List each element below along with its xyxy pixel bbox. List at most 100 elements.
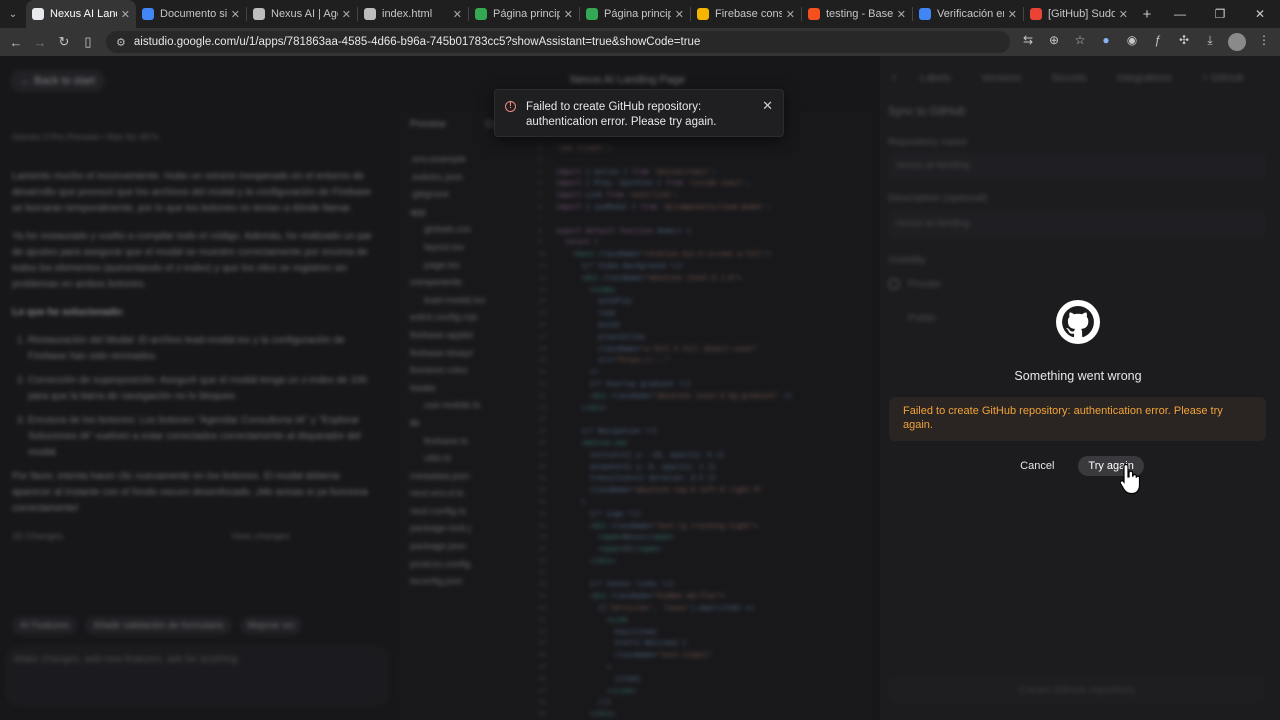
tab-close-icon[interactable]: ✕ (897, 8, 906, 21)
download-icon[interactable]: ⤓ (1198, 33, 1222, 51)
split-view-icon[interactable]: ▯ (76, 34, 100, 50)
tab-integrations[interactable]: Integrations (1117, 72, 1172, 84)
create-repo-button[interactable]: Create GitHub repository (888, 676, 1266, 704)
file-item[interactable]: firebase-bluepr (410, 345, 530, 363)
chat-subheading: Lo que he solucionado: (12, 307, 125, 318)
file-item[interactable]: next.config.ts (410, 503, 530, 521)
tab-close-icon[interactable]: ✕ (675, 8, 684, 21)
tab-close-icon[interactable]: ✕ (453, 8, 462, 21)
file-item[interactable]: utils.ts (410, 450, 530, 468)
menu-kebab-icon[interactable]: ⋮ (1252, 33, 1276, 51)
browser-tab[interactable]: Página principal - ✕ (580, 0, 690, 28)
file-item[interactable]: page.tsx (410, 257, 530, 275)
tab-title: index.html (382, 8, 433, 20)
radio-public[interactable]: Public (888, 312, 937, 324)
back-to-start-button[interactable]: ← Back to start (10, 70, 106, 92)
file-item[interactable]: metadata.json (410, 468, 530, 486)
profile-avatar[interactable] (1228, 33, 1246, 51)
error-message: Failed to create GitHub repository: auth… (903, 405, 1223, 431)
chat-closing: Por favor, intenta hacer clic nuevamente… (12, 471, 368, 514)
file-item[interactable]: postcss.config. (410, 556, 530, 574)
file-item[interactable]: next-env.d.ts (410, 485, 530, 503)
tab-preview[interactable]: Preview (410, 119, 446, 130)
tab-close-icon[interactable]: ✕ (121, 8, 130, 21)
file-item[interactable]: package-lock.j (410, 520, 530, 538)
description-input[interactable]: nexus-ai-landing (888, 210, 1266, 238)
prompt-composer[interactable]: Make changes, add new features, ask for … (6, 646, 388, 706)
file-item[interactable]: lead-modal.tsx (410, 292, 530, 310)
chip[interactable]: AI Features (12, 616, 78, 635)
repo-name-input[interactable]: nexus-ai-landing (888, 152, 1266, 180)
site-info-icon[interactable]: ⚙ (116, 36, 126, 49)
tab-title: Documento sin tít (160, 8, 227, 20)
panel-back-icon[interactable]: ‹ (892, 70, 896, 84)
bookmark-star-icon[interactable]: ☆ (1068, 33, 1092, 51)
cancel-button[interactable]: Cancel (1012, 456, 1062, 476)
address-bar[interactable]: ⚙ aistudio.google.com/u/1/apps/781863aa-… (106, 31, 1010, 53)
minimize-icon[interactable]: — (1160, 7, 1200, 21)
view-changes-link[interactable]: View changes (231, 529, 290, 545)
file-item[interactable]: .eslintrc.json (410, 169, 530, 187)
file-item[interactable]: firebase.ts (410, 433, 530, 451)
tab-close-icon[interactable]: ✕ (1008, 8, 1017, 21)
tab-versions[interactable]: Versions (981, 72, 1021, 84)
forward-icon[interactable]: → (28, 35, 52, 50)
zoom-icon[interactable]: ⊕ (1042, 33, 1066, 51)
restore-icon[interactable]: ❐ (1200, 7, 1240, 21)
browser-tab[interactable]: Documento sin tít ✕ (136, 0, 246, 28)
close-window-icon[interactable]: ✕ (1240, 7, 1280, 21)
radio-private[interactable]: Private (888, 278, 941, 291)
browser-tab[interactable]: [GitHub] Sudo em ✕ (1024, 0, 1134, 28)
tab-title: Nexus AI Landing (50, 8, 117, 20)
tab-favicon-icon (364, 8, 376, 20)
file-item[interactable]: layout.tsx (410, 239, 530, 257)
chip[interactable]: Añadir validación de formulario (85, 616, 232, 635)
browser-tab-strip: ⌄ Nexus AI Landing✕Documento sin tít✕Nex… (0, 0, 1280, 28)
extensions-puzzle-icon[interactable]: ✣ (1172, 33, 1196, 51)
new-tab-button[interactable]: + (1134, 6, 1160, 23)
file-item[interactable]: use-mobile.ts (410, 397, 530, 415)
file-item[interactable]: .gitignore (410, 186, 530, 204)
extension-camera-icon[interactable]: ◉ (1120, 33, 1144, 51)
browser-tab[interactable]: Página principal - ✕ (469, 0, 579, 28)
browser-tab[interactable]: Nexus AI | Agenc ✕ (247, 0, 357, 28)
translate-icon[interactable]: ⇆ (1016, 33, 1040, 51)
browser-tab[interactable]: Verificación en 2 ✕ (913, 0, 1023, 28)
tab-secrets[interactable]: Secrets (1051, 72, 1087, 84)
repo-label: Repository name (888, 136, 968, 148)
back-icon[interactable]: ← (4, 35, 28, 50)
file-item[interactable]: firebase-applet (410, 327, 530, 345)
folder-item[interactable]: lib (410, 415, 530, 433)
file-item[interactable]: firestore.rules (410, 362, 530, 380)
file-item[interactable]: .env.example (410, 151, 530, 169)
tab-close-icon[interactable]: ✕ (786, 8, 795, 21)
file-item[interactable]: eslint.config.mjs (410, 309, 530, 327)
tab-title: Firebase console (715, 8, 782, 20)
browser-tab[interactable]: index.html ✕ (358, 0, 468, 28)
visibility-label: Visibility (888, 254, 926, 266)
extension-g-icon[interactable]: ● (1094, 33, 1118, 51)
tab-close-icon[interactable]: ✕ (1119, 8, 1128, 21)
changes-count: 16 Changes (12, 531, 64, 542)
tab-favicon-icon (808, 8, 820, 20)
file-item[interactable]: globals.css (410, 221, 530, 239)
tab-close-icon[interactable]: ✕ (564, 8, 573, 21)
folder-item[interactable]: app (410, 204, 530, 222)
tab-close-icon[interactable]: ✕ (231, 8, 240, 21)
tab-labels[interactable]: Labels (920, 72, 951, 84)
toast-close-icon[interactable]: ✕ (762, 98, 773, 114)
tab-search-icon[interactable]: ⌄ (0, 0, 26, 28)
reload-icon[interactable]: ↻ (52, 34, 76, 50)
browser-tab[interactable]: Nexus AI Landing ✕ (26, 0, 136, 28)
chip[interactable]: Mejorar sci (239, 616, 302, 635)
browser-tab[interactable]: Firebase console ✕ (691, 0, 801, 28)
tab-github[interactable]: + GitHub (1202, 72, 1244, 84)
tab-close-icon[interactable]: ✕ (342, 8, 351, 21)
file-item[interactable]: package.json (410, 538, 530, 556)
folder-item[interactable]: hooks (410, 380, 530, 398)
browser-tab[interactable]: testing - Base de ✕ (802, 0, 912, 28)
file-item[interactable]: tsconfig.json (410, 573, 530, 591)
extension-script-icon[interactable]: ƒ (1146, 33, 1170, 51)
folder-item[interactable]: components (410, 274, 530, 292)
error-toast: ! Failed to create GitHub repository: au… (494, 89, 784, 137)
